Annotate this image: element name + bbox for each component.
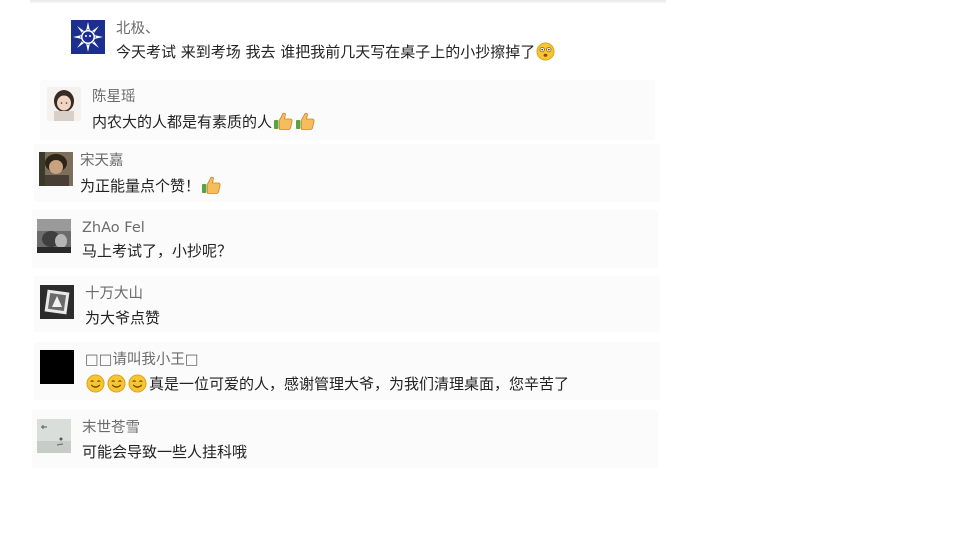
commenter-name[interactable]: ZhAo Fel <box>82 219 145 237</box>
avatar[interactable] <box>39 152 73 186</box>
avatar[interactable] <box>40 350 74 384</box>
comment-text: 马上考试了，小抄呢？ <box>82 241 232 261</box>
commenter-name[interactable]: 十万大山 <box>85 285 143 303</box>
smile-icon <box>86 374 105 398</box>
thumbs-up-icon <box>201 175 222 195</box>
comment-text: 可能会导致一些人挂科哦 <box>82 442 247 462</box>
comment-item-5: 十万大山 为大爷点赞 <box>34 276 660 332</box>
comment-item-7: 末世苍雪 可能会导致一些人挂科哦 <box>32 410 658 468</box>
commenter-name[interactable]: 宋天嘉 <box>80 152 124 170</box>
smile-icon <box>107 374 126 398</box>
comment-text: 内农大的人都是有素质的人 <box>92 111 316 132</box>
commenter-name[interactable]: □□请叫我小王□ <box>85 351 199 369</box>
comment-item-6: □□请叫我小王□ 真是一位可爱的人，感谢管理大爷，为我们清理桌面，您辛苦了 <box>34 342 660 400</box>
comment-body: 内农大的人都是有素质的人 <box>92 113 273 131</box>
comment-body: 为大爷点赞 <box>85 309 161 327</box>
comment-body: 为正能量点个赞！ <box>80 177 201 195</box>
comment-text: 为大爷点赞 <box>85 308 160 328</box>
comment-text: 为正能量点个赞！ <box>80 175 222 196</box>
comment-body: 可能会导致一些人挂科哦 <box>82 443 248 461</box>
thumbs-up-icon <box>295 111 316 131</box>
dizzy-face-icon <box>536 42 555 61</box>
smile-icon <box>128 374 147 398</box>
avatar[interactable] <box>37 419 71 453</box>
comment-item-3: 宋天嘉 为正能量点个赞！ <box>34 144 660 202</box>
comment-body: 今天考试 来到考场 我去 谁把我前几天写在桌子上的小抄擦掉了 <box>116 43 536 61</box>
avatar[interactable] <box>40 285 74 319</box>
avatar[interactable] <box>47 87 81 121</box>
avatar[interactable] <box>71 20 105 54</box>
comment-text: 今天考试 来到考场 我去 谁把我前几天写在桌子上的小抄擦掉了 <box>116 42 555 62</box>
comment-item-4: ZhAo Fel 马上考试了，小抄呢？ <box>32 210 658 268</box>
comment-text: 真是一位可爱的人，感谢管理大爷，为我们清理桌面，您辛苦了 <box>86 374 569 398</box>
commenter-name[interactable]: 末世苍雪 <box>82 419 140 437</box>
comment-body: 马上考试了，小抄呢？ <box>82 242 233 260</box>
thumbs-up-icon <box>273 111 294 131</box>
commenter-name[interactable]: 陈星瑶 <box>92 88 136 106</box>
comment-item-2: 陈星瑶 内农大的人都是有素质的人 <box>40 80 655 140</box>
avatar[interactable] <box>37 219 71 253</box>
commenter-name[interactable]: 北极、 <box>116 20 160 38</box>
top-divider <box>30 0 666 3</box>
comment-item-1: 北极、 今天考试 来到考场 我去 谁把我前几天写在桌子上的小抄擦掉了 <box>60 12 630 72</box>
comment-body: 真是一位可爱的人，感谢管理大爷，为我们清理桌面，您辛苦了 <box>149 375 570 393</box>
